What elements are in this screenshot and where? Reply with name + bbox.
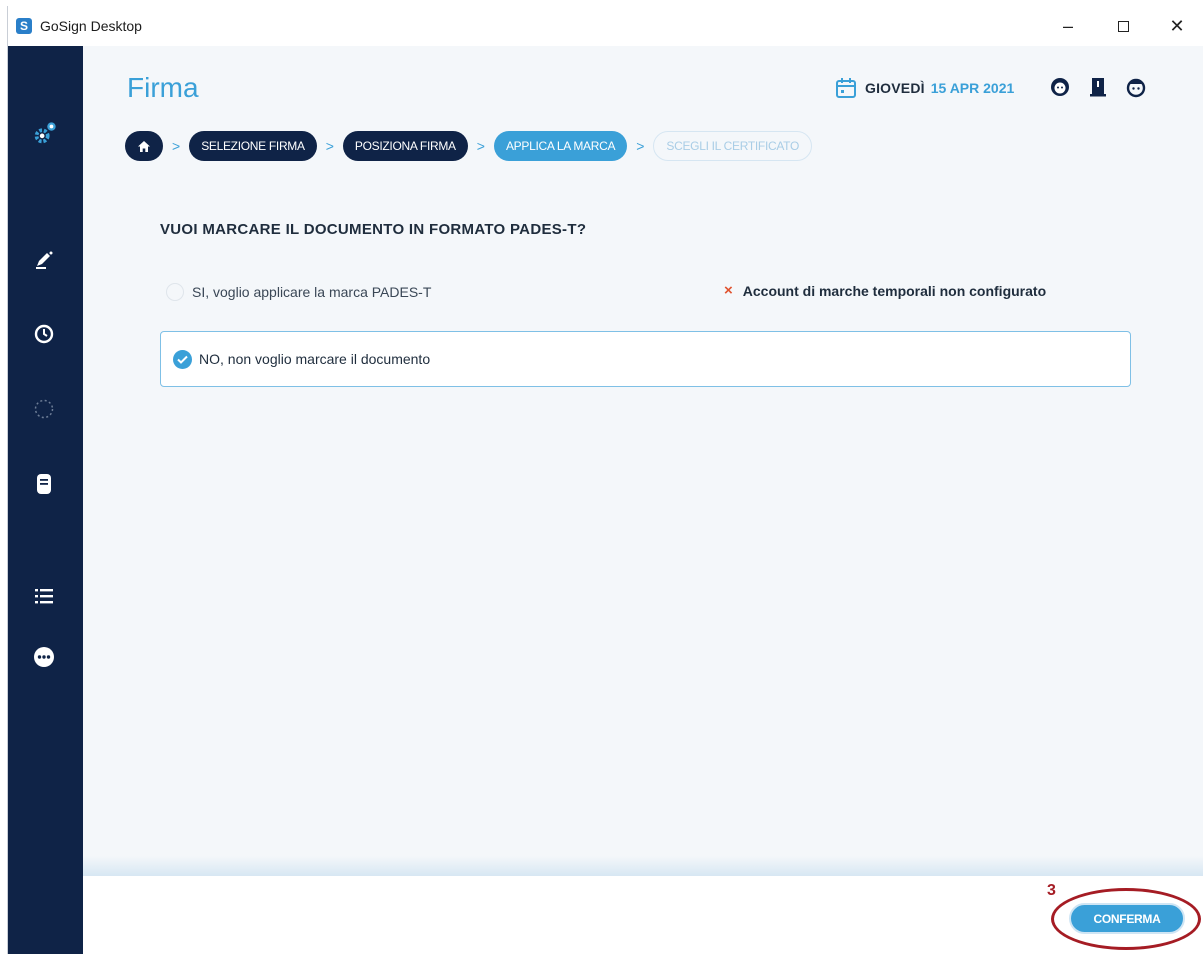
error-x-icon: ×	[724, 282, 733, 299]
date-label: 15 APR 2021	[930, 80, 1015, 96]
option-no-label: NO, non voglio marcare il documento	[199, 351, 431, 367]
step-posiziona-firma[interactable]: POSIZIONA FIRMA	[342, 131, 468, 161]
footer: 3 CONFERMA	[83, 876, 1203, 954]
radio-checked-icon[interactable]	[173, 349, 192, 369]
loading-circle-icon[interactable]	[30, 395, 58, 423]
maximize-icon	[1117, 21, 1129, 32]
profile-icon[interactable]	[1125, 76, 1147, 98]
app-logo-icon: S	[16, 18, 32, 34]
content-divider	[83, 856, 1203, 876]
option-no-pades[interactable]: NO, non voglio marcare il documento	[160, 331, 1131, 387]
breadcrumb: > SELEZIONE FIRMA > POSIZIONA FIRMA > AP…	[125, 130, 813, 162]
sign-pen-icon[interactable]	[30, 246, 58, 274]
notebook-icon[interactable]	[1087, 76, 1109, 98]
close-button[interactable]: ✕	[1163, 14, 1191, 38]
date-display: GIOVEDÌ 15 APR 2021	[835, 76, 1014, 100]
app-window: S GoSign Desktop – ✕ Firma GIOVEDÌ 15 AP…	[7, 6, 1203, 954]
question-heading: VUOI MARCARE IL DOCUMENTO IN FORMATO PAD…	[160, 221, 587, 238]
breadcrumb-separator: >	[636, 138, 645, 154]
more-icon[interactable]	[30, 643, 58, 671]
step-scegli-il-certificato[interactable]: SCEGLI IL CERTIFICATO	[653, 131, 813, 161]
window-title: GoSign Desktop	[40, 18, 142, 34]
home-button[interactable]	[125, 131, 163, 161]
breadcrumb-separator: >	[172, 138, 181, 154]
maximize-button[interactable]	[1109, 14, 1137, 38]
error-message: × Account di marche temporali non config…	[724, 282, 1046, 299]
confirm-button[interactable]: CONFERMA	[1069, 903, 1185, 934]
error-text: Account di marche temporali non configur…	[742, 282, 1047, 299]
title-bar: S GoSign Desktop – ✕	[8, 6, 1203, 46]
device-icon[interactable]	[30, 470, 58, 498]
user-avatar-icon[interactable]	[1049, 76, 1071, 98]
annotation-number: 3	[1047, 882, 1056, 899]
option-yes-label: SI, voglio applicare la marca PADES-T	[192, 284, 432, 300]
minimize-button[interactable]: –	[1054, 14, 1082, 38]
main-content: Firma GIOVEDÌ 15 APR 2021 > SELEZIONE FI…	[83, 46, 1203, 876]
radio-yes-disabled	[166, 283, 184, 301]
page-title: Firma	[127, 72, 199, 103]
breadcrumb-separator: >	[476, 138, 485, 154]
home-icon	[138, 140, 150, 152]
day-label: GIOVEDÌ	[865, 80, 925, 96]
settings-gear-icon[interactable]	[30, 120, 58, 148]
clock-icon[interactable]	[30, 320, 58, 348]
breadcrumb-separator: >	[325, 138, 334, 154]
step-selezione-firma[interactable]: SELEZIONE FIRMA	[189, 131, 317, 161]
calendar-icon	[836, 78, 856, 98]
step-applica-la-marca[interactable]: APPLICA LA MARCA	[493, 131, 628, 161]
checklist-icon[interactable]	[30, 582, 58, 610]
sidebar	[8, 46, 83, 954]
